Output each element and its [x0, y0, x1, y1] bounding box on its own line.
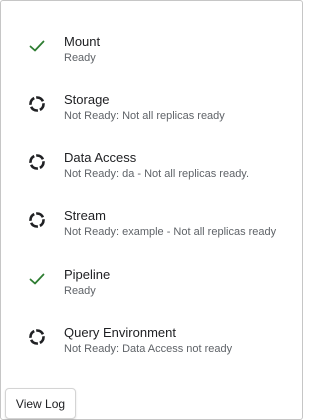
component-name: Data Access [64, 150, 137, 165]
check-icon [27, 36, 47, 56]
component-status: Ready [64, 285, 96, 297]
component-name: Stream [64, 208, 106, 223]
component-status: Not Ready: da - Not all replicas ready. [64, 168, 250, 180]
component-name: Pipeline [64, 267, 111, 282]
status-row-query-environment: Query Environment Not Ready: Data Access… [1, 325, 302, 383]
loading-spinner-icon [27, 210, 47, 230]
status-row-mount: Mount Ready [1, 34, 302, 92]
check-icon [27, 269, 47, 289]
view-log-button[interactable]: View Log [5, 388, 76, 419]
component-status: Not Ready: example - Not all replicas re… [64, 226, 277, 238]
component-status: Ready [64, 52, 96, 64]
component-status: Not Ready: Data Access not ready [64, 343, 233, 355]
loading-spinner-icon [27, 152, 47, 172]
loading-spinner-icon [27, 327, 47, 347]
component-name: Storage [64, 92, 110, 107]
loading-spinner-icon [27, 94, 47, 114]
status-row-stream: Stream Not Ready: example - Not all repl… [1, 208, 302, 266]
status-row-storage: Storage Not Ready: Not all replicas read… [1, 92, 302, 150]
component-name: Query Environment [64, 325, 176, 340]
component-status-panel: Mount Ready Storage Not Ready: Not all r… [0, 0, 303, 420]
component-status: Not Ready: Not all replicas ready [64, 110, 225, 122]
status-row-data-access: Data Access Not Ready: da - Not all repl… [1, 150, 302, 208]
status-row-pipeline: Pipeline Ready [1, 267, 302, 325]
component-name: Mount [64, 34, 101, 49]
